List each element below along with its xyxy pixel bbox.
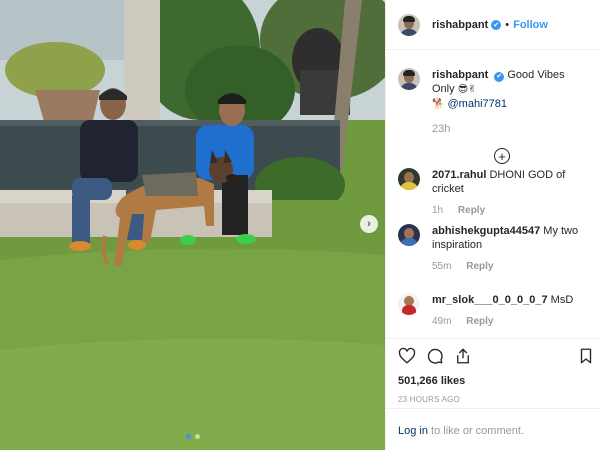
comment-text: MsD: [550, 294, 574, 306]
post-timestamp[interactable]: 23 HOURS AGO: [398, 395, 589, 404]
caption-mention-link[interactable]: @mahi7781: [448, 98, 507, 110]
verified-badge-icon: ✔: [491, 19, 502, 30]
post-actions: 501,266 likes 23 HOURS AGO: [386, 338, 600, 404]
carousel-dot: [194, 434, 200, 439]
carousel-dots: [0, 434, 385, 439]
heart-icon[interactable]: [398, 347, 416, 365]
bookmark-icon[interactable]: [577, 347, 595, 365]
load-more-comments-button[interactable]: +: [494, 148, 510, 164]
share-icon[interactable]: [454, 347, 472, 365]
photo-scene: [0, 0, 385, 450]
header-separator: •: [505, 18, 510, 31]
author-username[interactable]: rishabpant: [432, 19, 488, 31]
post-caption: rishabpant ✔ Good Vibes Only 😎✌ 🐕 @mahi7…: [386, 50, 600, 136]
post-header: rishabpant ✔ • Follow: [386, 0, 600, 50]
chevron-right-icon: ›: [367, 218, 371, 230]
comment-username[interactable]: mr_slok___0_0_0_0_7: [432, 294, 548, 306]
comment-time[interactable]: 55m: [432, 261, 451, 272]
comment-reply-button[interactable]: Reply: [466, 261, 493, 272]
comment-item: abhishekgupta44547 My two inspiration 55…: [386, 224, 600, 274]
post-side-panel: rishabpant ✔ • Follow rishabpant ✔ Good …: [385, 0, 600, 450]
login-prompt-text: to like or comment.: [427, 425, 524, 437]
caption-username[interactable]: rishabpant: [432, 69, 488, 81]
verified-badge-icon: ✔: [494, 72, 505, 82]
author-avatar[interactable]: [398, 13, 420, 36]
comment-username[interactable]: abhishekgupta44547: [432, 225, 540, 237]
next-slide-button[interactable]: ›: [360, 215, 378, 233]
commenter-avatar[interactable]: [398, 224, 420, 246]
caption-timestamp[interactable]: 23h: [432, 122, 588, 136]
comment-reply-button[interactable]: Reply: [458, 205, 485, 216]
comment-reply-button[interactable]: Reply: [466, 316, 493, 327]
post-photo[interactable]: ›: [0, 0, 385, 450]
comment-item: mr_slok___0_0_0_0_7 MsD 49m Reply: [386, 293, 600, 329]
comment-time[interactable]: 1h: [432, 205, 443, 216]
plus-circle-icon: +: [498, 148, 506, 164]
commenter-avatar[interactable]: [398, 293, 420, 315]
carousel-dot-active: [185, 434, 191, 439]
caption-avatar[interactable]: [398, 68, 420, 90]
comment-username[interactable]: 2071.rahul: [432, 169, 486, 181]
caption-emojis: 😎✌: [457, 84, 477, 95]
comment-time[interactable]: 49m: [432, 316, 451, 327]
commenter-avatar[interactable]: [398, 168, 420, 190]
login-link[interactable]: Log in: [398, 425, 428, 437]
dog-emoji: 🐕: [432, 99, 445, 110]
comment-bubble-icon[interactable]: [426, 347, 444, 365]
login-prompt: Log in to like or comment.: [386, 408, 600, 450]
follow-button[interactable]: Follow: [513, 19, 548, 31]
comment-item: 2071.rahul DHONI GOD of cricket 1h Reply: [386, 168, 600, 218]
likes-count[interactable]: 501,266 likes: [398, 375, 589, 387]
